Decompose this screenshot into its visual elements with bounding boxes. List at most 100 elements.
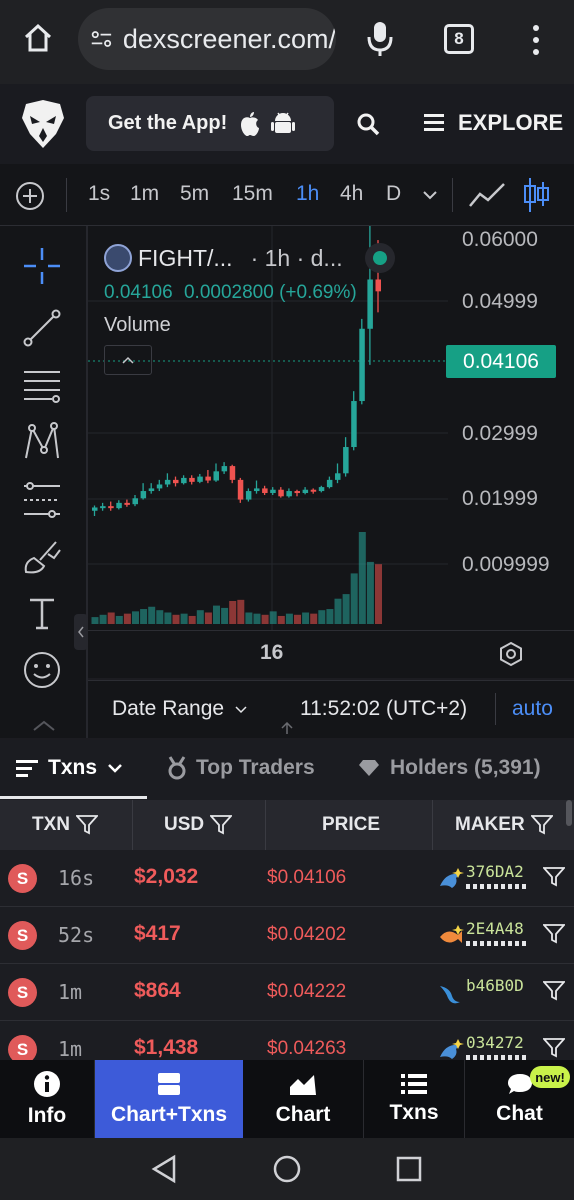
line-chart-icon[interactable] (468, 180, 506, 210)
emoji-icon[interactable] (22, 650, 62, 690)
volume-bar (188, 615, 196, 624)
price-change-row: 0.04106 0.0002800 (+0.69%) (104, 282, 395, 304)
add-indicator-icon[interactable] (14, 180, 46, 212)
get-app-button[interactable]: Get the App! (86, 96, 334, 151)
forecast-icon[interactable] (22, 480, 62, 520)
nav-chart-txns-label: Chart+Txns (110, 1103, 228, 1126)
divider (495, 693, 496, 725)
nav-txns[interactable]: Txns (364, 1060, 464, 1138)
candle-body (343, 447, 349, 474)
date-range-button[interactable]: Date Range (112, 697, 248, 721)
maker-address[interactable]: 2E4A48 (466, 919, 524, 938)
timeframe-1h[interactable]: 1h (296, 182, 319, 206)
volume-bar (132, 611, 139, 624)
nav-chart[interactable]: Chart (243, 1060, 363, 1138)
txn-price: $0.04222 (267, 981, 347, 1002)
collapse-toolbar-button[interactable] (74, 614, 88, 650)
candlestick-icon[interactable] (522, 176, 550, 214)
info-icon (34, 1071, 60, 1097)
tab-count-button[interactable]: 8 (444, 24, 474, 54)
crosshair-icon[interactable] (22, 246, 62, 286)
site-settings-icon[interactable] (90, 26, 113, 52)
home-icon[interactable] (22, 22, 54, 54)
filter-icon[interactable] (543, 924, 565, 944)
nav-info[interactable]: Info (0, 1060, 94, 1138)
nav-txns-label: Txns (389, 1101, 439, 1124)
maker-underline (466, 941, 528, 946)
col-maker-label: MAKER (455, 814, 525, 835)
filter-icon[interactable] (210, 815, 233, 835)
pattern-icon[interactable] (22, 422, 62, 462)
filter-icon[interactable] (543, 867, 565, 887)
candle-body (148, 488, 155, 492)
filter-icon[interactable] (543, 1038, 565, 1058)
timeframe-D[interactable]: D (386, 182, 401, 206)
volume-label: Volume (104, 314, 171, 336)
col-header-txn[interactable]: TXN (32, 814, 98, 836)
col-header-price: PRICE (322, 814, 380, 836)
fib-lines-icon[interactable] (22, 366, 62, 406)
medal-icon (168, 756, 186, 780)
table-row[interactable]: S 16s $2,032 $0.04106 376DA2 (0, 850, 574, 907)
nav-chart-txns[interactable]: Chart+Txns (95, 1060, 243, 1138)
divider (432, 800, 433, 850)
col-header-maker[interactable]: MAKER (455, 814, 553, 836)
auto-scale-toggle[interactable]: auto (512, 697, 553, 721)
more-menu-icon[interactable] (530, 24, 542, 56)
candle-body (108, 506, 114, 509)
site-header: Get the App! EXPLORE (0, 84, 574, 164)
change-pct: (+0.69%) (279, 282, 357, 303)
maker-underline (466, 884, 528, 889)
table-row[interactable]: S 1m $864 $0.04222 b46B0D (0, 964, 574, 1021)
chevron-up-icon[interactable] (32, 720, 56, 732)
trend-line-icon[interactable] (22, 308, 62, 348)
timeframe-1m[interactable]: 1m (130, 182, 159, 206)
candle-body (237, 479, 244, 500)
timeframe-4h[interactable]: 4h (340, 182, 363, 206)
collapse-legend-button[interactable] (104, 345, 152, 375)
scrollbar[interactable] (566, 800, 572, 826)
chart-settings-icon[interactable] (498, 641, 524, 667)
col-header-usd[interactable]: USD (164, 814, 233, 836)
explore-menu-button[interactable]: EXPLORE (424, 110, 563, 136)
divider (265, 800, 266, 850)
txn-price: $0.04202 (267, 924, 347, 945)
candle-body (124, 502, 130, 505)
volume-bar (204, 612, 212, 624)
tab-txns-label: Txns (48, 756, 98, 779)
pair-name[interactable]: FIGHT/... (138, 245, 233, 272)
filter-icon[interactable] (76, 815, 98, 835)
timeframe-15m[interactable]: 15m (232, 182, 273, 206)
tab-txns[interactable]: Txns (16, 756, 123, 780)
url-field[interactable]: dexscreener.com/ (78, 8, 336, 70)
filter-icon[interactable] (530, 815, 553, 835)
divider (66, 178, 67, 212)
maker-address[interactable]: 034272 (466, 1033, 524, 1052)
volume-bar (375, 564, 382, 624)
candle-body (229, 466, 236, 480)
brush-icon[interactable] (22, 536, 62, 576)
tab-holders[interactable]: Holders (5,391) (358, 756, 541, 780)
timeframe-toolbar: 1s 1m 5m 15m 1h 4h D (0, 164, 574, 226)
candle-body (181, 477, 187, 484)
microphone-icon[interactable] (366, 20, 394, 58)
filter-icon[interactable] (543, 981, 565, 1001)
search-icon[interactable] (356, 112, 380, 136)
text-tool-icon[interactable] (26, 596, 58, 630)
x-tick-label: 16 (260, 641, 284, 664)
home-circle-icon[interactable] (272, 1154, 302, 1184)
maker-address[interactable]: 376DA2 (466, 862, 524, 881)
txn-usd: $2,032 (134, 865, 199, 888)
chevron-down-icon[interactable] (422, 190, 438, 200)
back-icon[interactable] (150, 1154, 178, 1184)
dexscreener-logo[interactable] (20, 98, 66, 150)
recents-icon[interactable] (396, 1156, 422, 1182)
volume-bar (123, 613, 131, 624)
timeframe-5m[interactable]: 5m (180, 182, 209, 206)
tab-top-traders[interactable]: Top Traders (166, 756, 315, 780)
apple-icon (241, 111, 260, 136)
split-view-icon (158, 1073, 180, 1095)
timeframe-1s[interactable]: 1s (88, 182, 110, 206)
maker-address[interactable]: b46B0D (466, 976, 524, 995)
table-row[interactable]: S 52s $417 $0.04202 2E4A48 (0, 907, 574, 964)
